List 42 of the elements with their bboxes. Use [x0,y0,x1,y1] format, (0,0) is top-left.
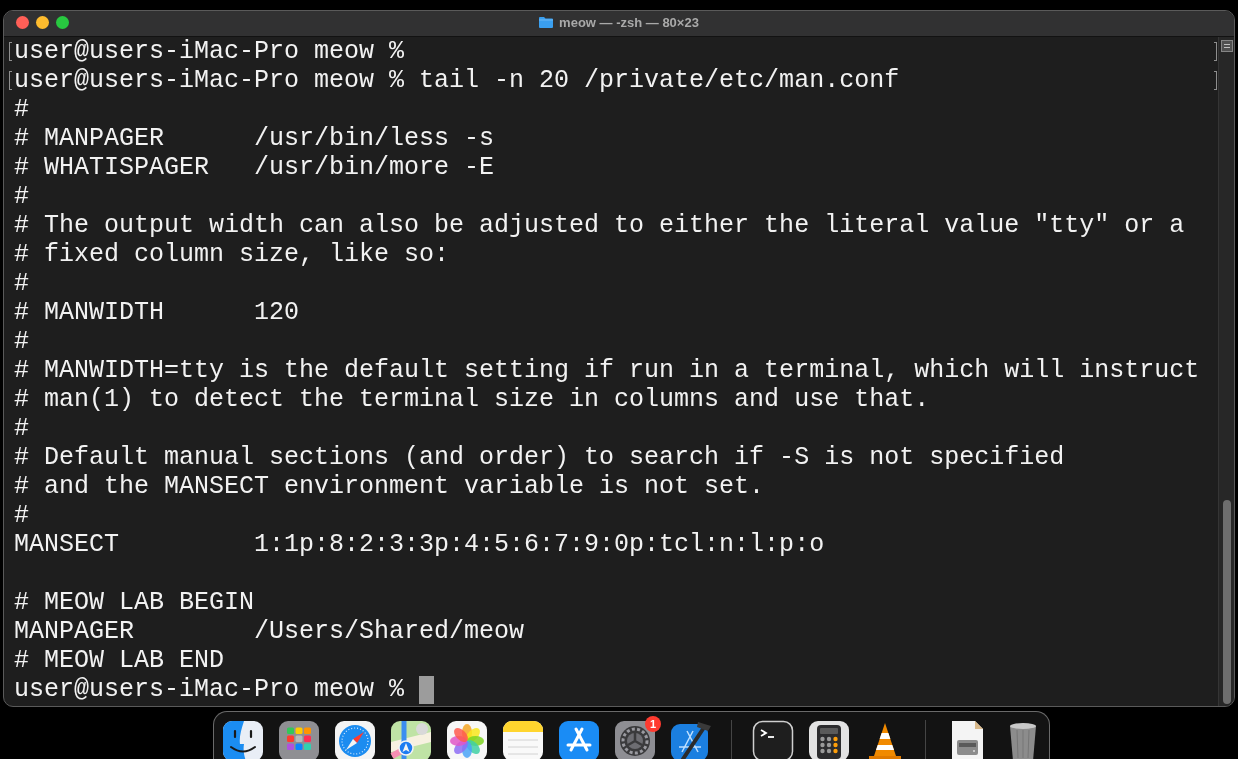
terminal-line: # MANWIDTH 120 [14,298,300,327]
terminal-line: # fixed column size, like so: [14,240,450,269]
terminal-line: # [14,182,29,211]
scrollbar[interactable] [1218,37,1234,706]
scrollbar-thumb[interactable] [1222,500,1231,704]
terminal-line: user@users-iMac-Pro meow % [14,37,405,66]
terminal-line: # [14,414,29,443]
terminal-line: # and the MANSECT environment variable is not set. [14,472,765,501]
terminal-line: # [14,501,29,530]
folder-icon [539,16,554,28]
terminal-line: # man(1) to detect the terminal size in columns and use that. [14,385,930,414]
hammer-icon[interactable] [670,720,712,759]
close-button[interactable] [16,15,29,29]
compass-icon[interactable] [334,720,376,759]
terminal-line: MANPAGER /Users/Shared/meow [14,617,525,646]
terminal-line: # [14,327,29,356]
window-title: meow — -zsh — 80×23 [559,14,699,30]
terminal-line: # [14,269,29,298]
terminal-line: # [14,95,29,124]
terminal-line: # The output width can also be adjusted to either the literal value "tty" or a [14,211,1185,240]
zoom-button[interactable] [56,15,69,29]
terminal-line: # Default manual sections (and order) to search if -S is not specified [14,443,1065,472]
app-grid-icon[interactable] [278,720,320,759]
terminal-line: user@users-iMac-Pro meow % [14,675,405,704]
calculator-icon[interactable] [808,720,850,759]
terminal-line: # MEOW LAB BEGIN [14,588,255,617]
flower-icon[interactable] [446,720,488,759]
minimize-button[interactable] [36,15,49,29]
terminal-line: user@users-iMac-Pro meow % tail -n 20 /private/etc/man.conf [14,66,900,95]
terminal-line: MANSECT 1:1p:8:2:3:3p:4:5:6:7:9:0p:tcl:n:l:p:o [14,530,825,559]
notification-badge: 1 [645,716,661,732]
notepad-icon[interactable] [502,720,544,759]
stick-letter-a-icon[interactable] [558,720,600,759]
split-view-icon[interactable] [1220,40,1233,52]
terminal-line: # MANWIDTH=tty is the default setting if run in a terminal, which will instruct [14,356,1200,385]
gear-icon[interactable] [614,720,656,759]
terminal-line: # MANPAGER /usr/bin/less -s [14,124,495,153]
face-icon[interactable] [222,720,264,759]
map-icon[interactable] [390,720,432,759]
terminal-prompt-icon[interactable] [752,720,794,759]
terminal-line: # MEOW LAB END [14,646,225,675]
terminal-line: # WHATISPAGER /usr/bin/more -E [14,153,495,182]
